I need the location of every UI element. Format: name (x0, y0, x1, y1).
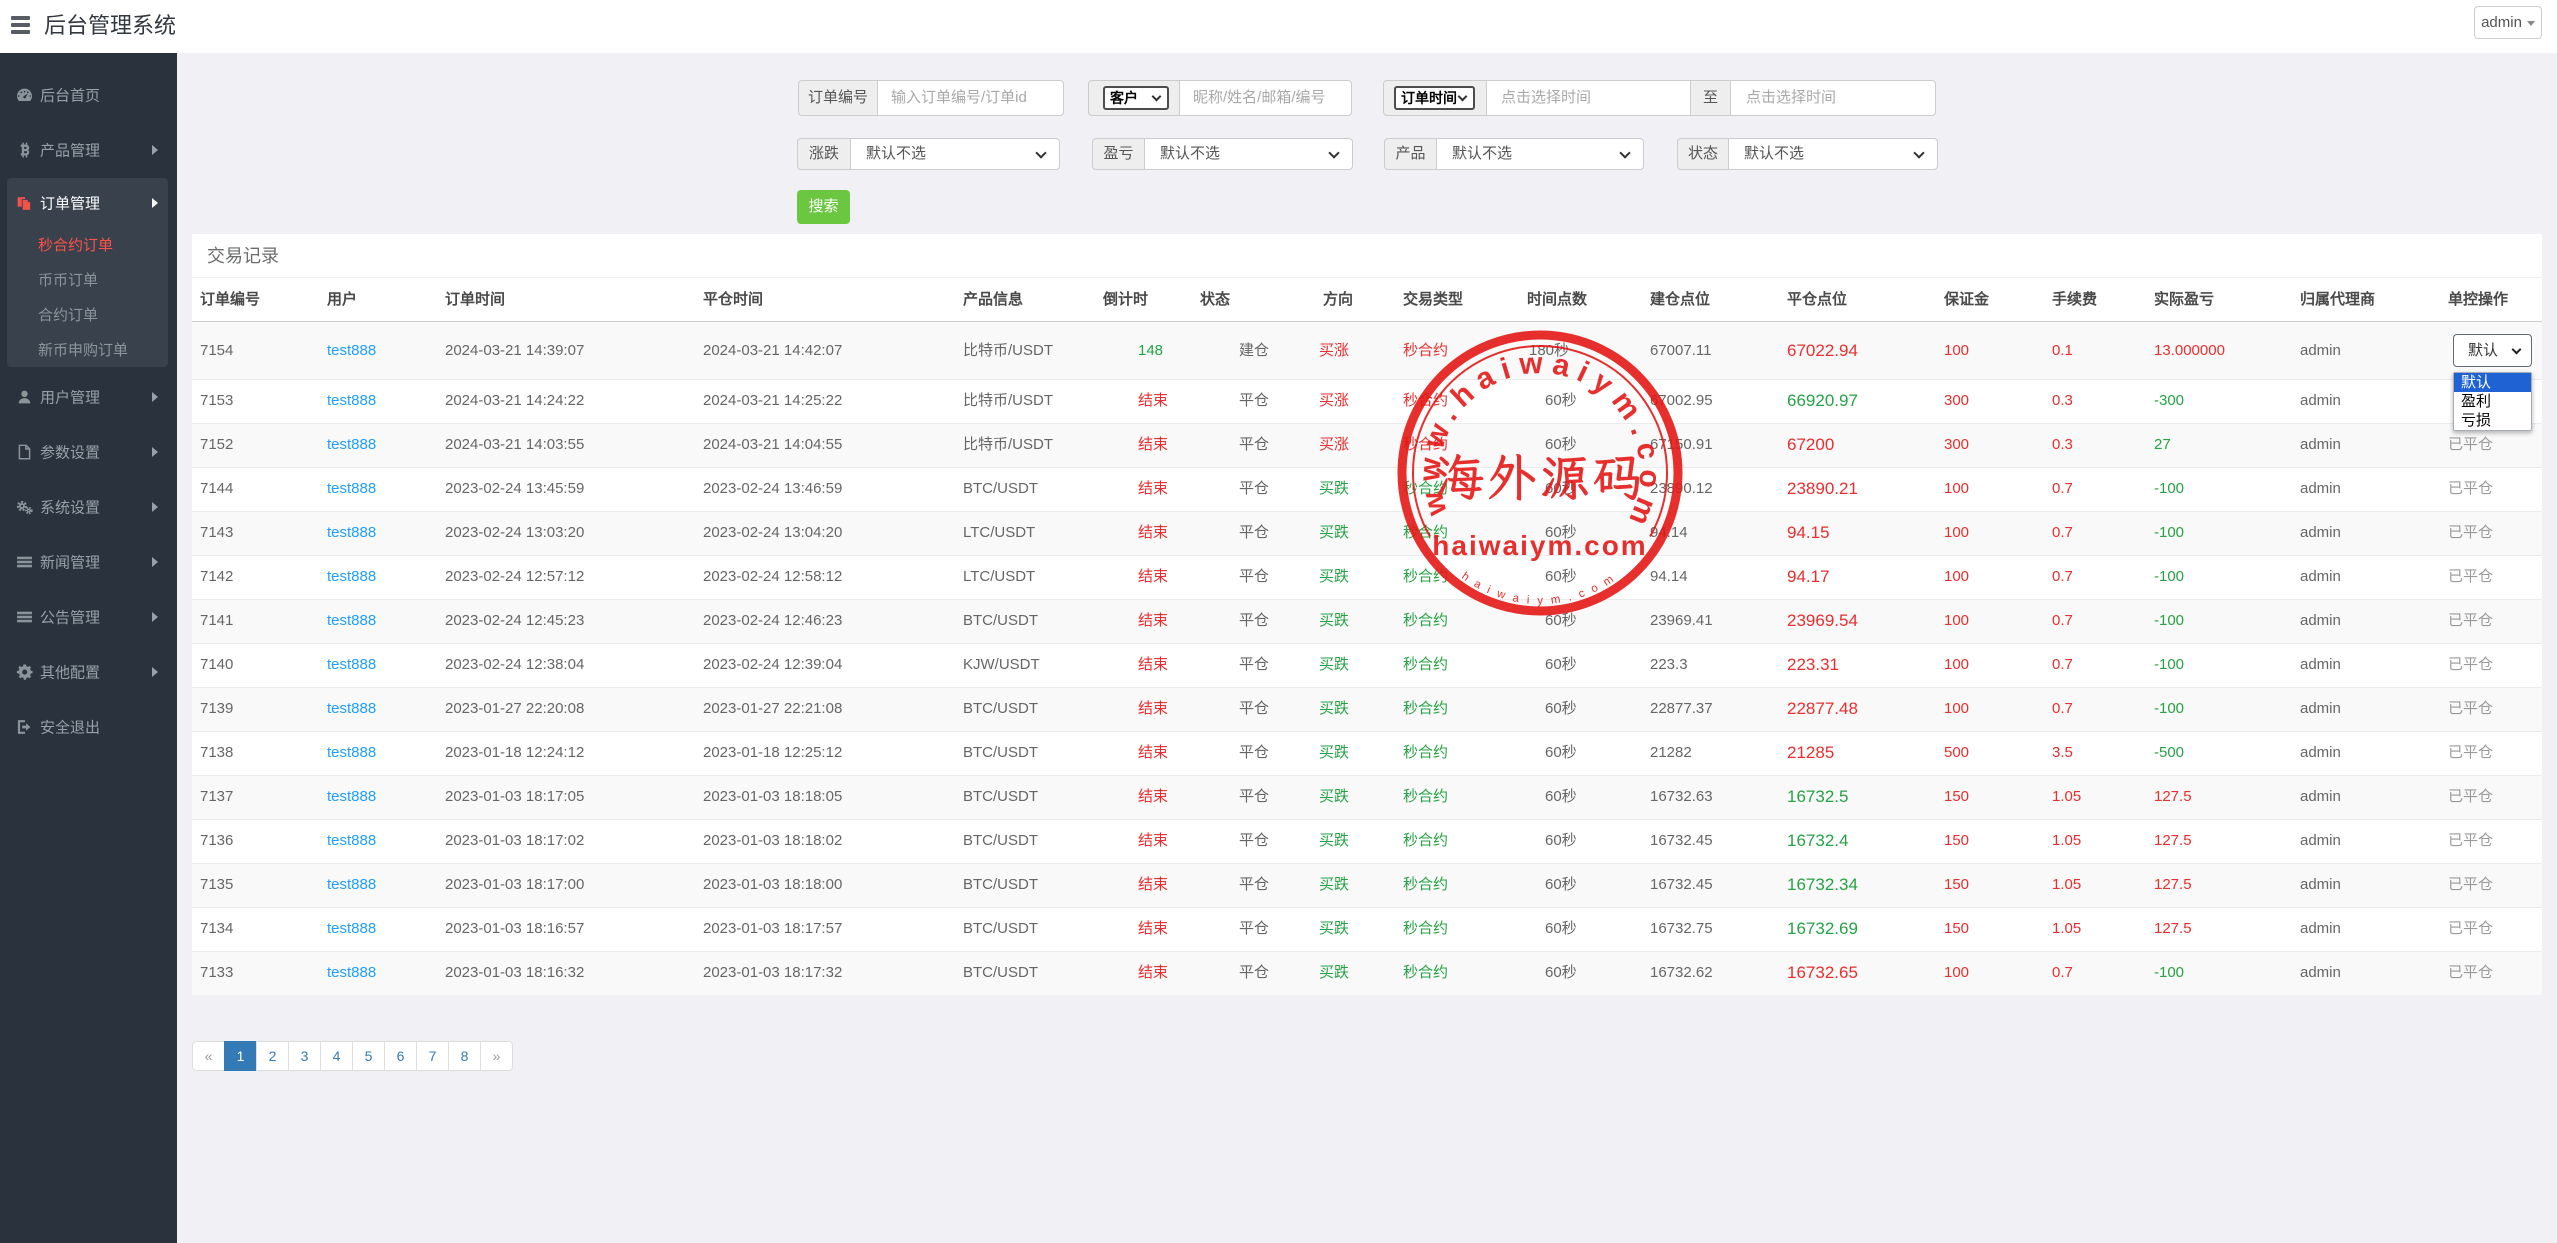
svg-text:海外源码: 海外源码 (1434, 444, 1646, 510)
svg-text:haiwaiym.com: haiwaiym.com (1432, 530, 1647, 561)
